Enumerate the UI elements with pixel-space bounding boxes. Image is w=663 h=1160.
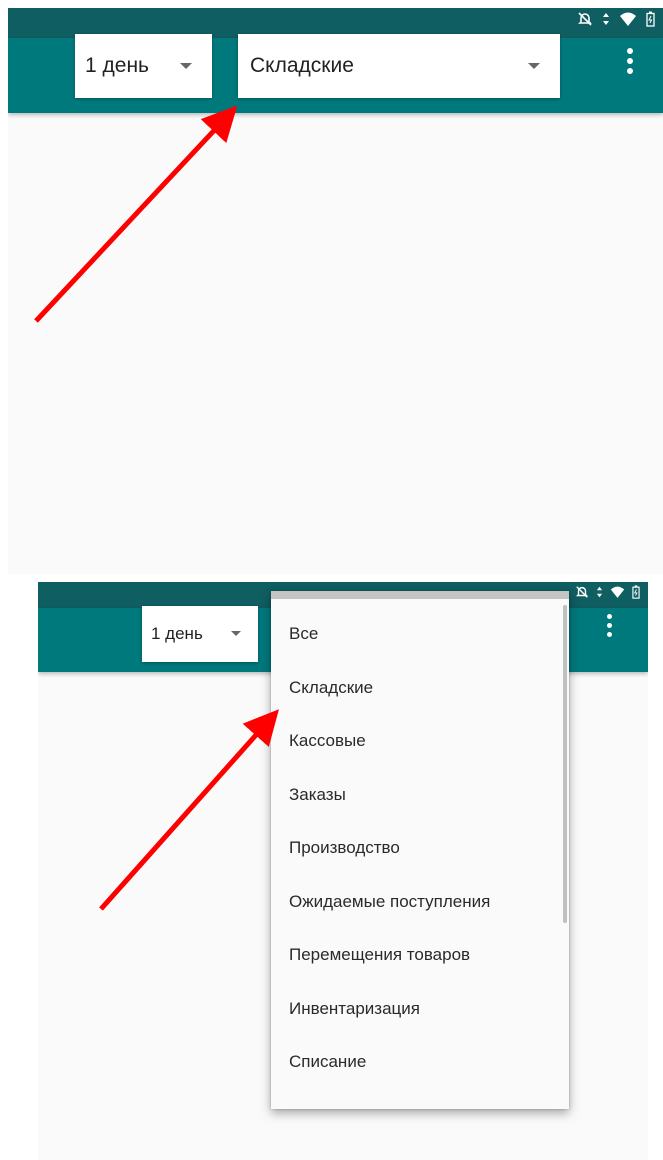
- screenshot-closed-spinner: 1 день Складские: [8, 8, 663, 574]
- dropdown-top-edge: [271, 591, 569, 599]
- dropdown-option-expected-receipts[interactable]: Ожидаемые поступления: [271, 875, 569, 929]
- dropdown-option-cash[interactable]: Кассовые: [271, 714, 569, 768]
- mute-icon: [575, 585, 589, 599]
- mute-icon: [577, 11, 593, 27]
- dropdown-option-production[interactable]: Производство: [271, 821, 569, 875]
- period-spinner-value: 1 день: [151, 624, 203, 643]
- dropdown-option-transfers[interactable]: Перемещения товаров: [271, 928, 569, 982]
- period-spinner[interactable]: 1 день: [75, 34, 212, 98]
- dropdown-caret-icon: [528, 63, 540, 69]
- dropdown-option-orders[interactable]: Заказы: [271, 768, 569, 822]
- battery-icon: [646, 11, 655, 27]
- dropdown-options: Все Складские Кассовые Заказы Производст…: [271, 607, 569, 1089]
- type-spinner[interactable]: Складские: [238, 34, 560, 98]
- data-transfer-icon: [602, 11, 610, 27]
- screenshot-open-dropdown: 1 день Все Складские Кассовые Заказы Про…: [38, 582, 648, 1160]
- period-spinner[interactable]: 1 день: [142, 606, 258, 662]
- dropdown-caret-icon: [180, 63, 192, 69]
- type-spinner-value: Складские: [250, 54, 354, 77]
- dropdown-option-inventory[interactable]: Инвентаризация: [271, 982, 569, 1036]
- dropdown-option-write-off[interactable]: Списание: [271, 1035, 569, 1089]
- dropdown-option-warehouse[interactable]: Складские: [271, 661, 569, 715]
- type-dropdown-menu[interactable]: Все Складские Кассовые Заказы Производст…: [271, 591, 569, 1109]
- wifi-icon: [610, 585, 625, 599]
- period-spinner-value: 1 день: [85, 54, 149, 77]
- overflow-menu-icon[interactable]: [604, 614, 614, 640]
- app-toolbar: 1 день Складские: [8, 34, 663, 113]
- overflow-menu-icon[interactable]: [625, 48, 635, 78]
- battery-icon: [632, 585, 640, 599]
- data-transfer-icon: [596, 585, 603, 599]
- dropdown-option-all[interactable]: Все: [271, 607, 569, 661]
- status-icons: [577, 11, 655, 27]
- dropdown-caret-icon: [231, 631, 241, 636]
- status-icons: [575, 585, 640, 599]
- wifi-icon: [619, 11, 637, 27]
